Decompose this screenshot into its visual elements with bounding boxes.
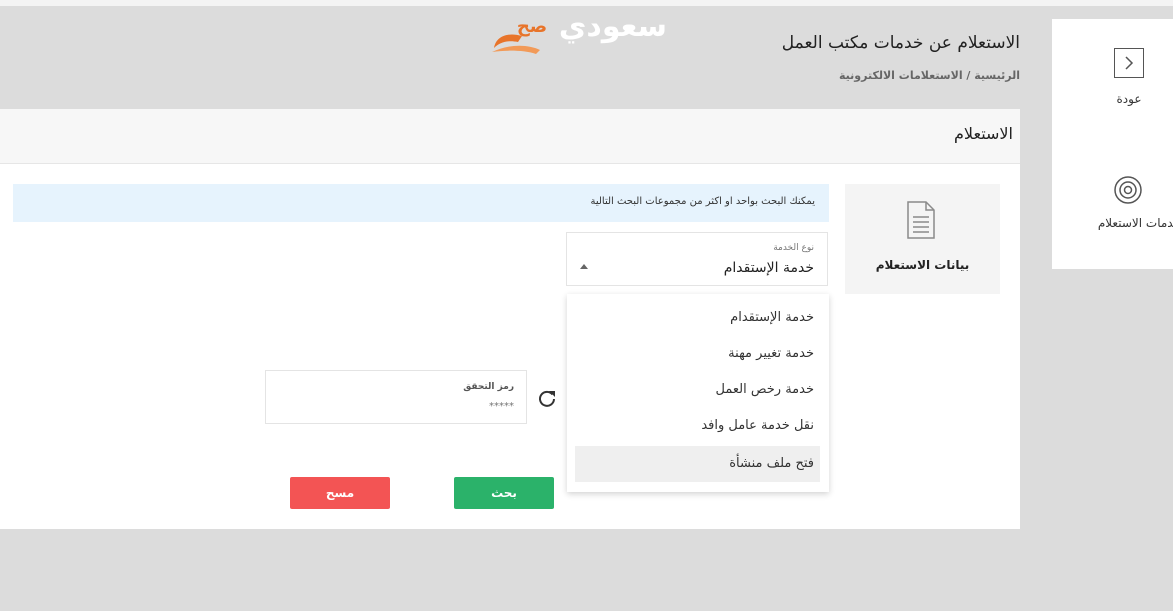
captcha-label: رمز التحقق	[463, 382, 514, 392]
dropdown-option[interactable]: نقل خدمة عامل وافد	[575, 408, 820, 444]
logo-swoosh-2	[492, 45, 540, 54]
service-type-select[interactable]: نوع الخدمة خدمة الإستقدام	[566, 232, 828, 286]
captcha-input[interactable]	[312, 396, 516, 416]
captcha-field: رمز التحقق	[265, 370, 527, 424]
service-type-value: خدمة الإستقدام	[723, 260, 814, 276]
inquiry-data-tile[interactable]: بيانات الاستعلام	[845, 184, 1000, 294]
dropdown-option[interactable]: خدمة رخص العمل	[575, 372, 820, 408]
caret-up-icon	[580, 264, 588, 269]
back-button[interactable]	[1114, 48, 1144, 78]
info-alert: يمكنك البحث بواحد او اكثر من مجموعات الب…	[13, 184, 829, 222]
site-logo: صح سعودي	[492, 9, 667, 54]
logo-badge: صح	[517, 16, 547, 37]
inquiry-card: الاستعلام يمكنك البحث بواحد او اكثر من م…	[0, 109, 1020, 529]
clear-button[interactable]: مسح	[290, 477, 390, 509]
service-type-dropdown: خدمة الإستقدام خدمة تغيير مهنة خدمة رخص …	[567, 294, 829, 492]
dropdown-option-highlighted[interactable]: فتح ملف منشأة	[575, 446, 820, 482]
podcast-icon[interactable]	[1113, 175, 1143, 205]
card-title: الاستعلام	[954, 124, 1013, 143]
page-title: الاستعلام عن خدمات مكتب العمل	[781, 33, 1020, 53]
search-button[interactable]: بحث	[454, 477, 554, 509]
services-label[interactable]: خدمات الاستعلام	[1098, 216, 1173, 230]
dropdown-option[interactable]: خدمة تغيير مهنة	[575, 336, 820, 372]
document-icon	[907, 201, 935, 239]
back-label[interactable]: عودة	[1092, 92, 1166, 106]
dropdown-option[interactable]: خدمة الإستقدام	[575, 300, 820, 336]
side-panel: عودة خدمات الاستعلام	[1052, 19, 1173, 269]
inquiry-data-label: بيانات الاستعلام	[875, 258, 970, 272]
service-type-label: نوع الخدمة	[773, 243, 814, 253]
card-header: الاستعلام	[0, 109, 1020, 164]
breadcrumb[interactable]: الرئيسية / الاستعلامات الالكترونية	[839, 69, 1020, 82]
logo-text: سعودي	[559, 9, 667, 44]
chevron-right-icon	[1125, 56, 1134, 70]
refresh-icon[interactable]	[537, 388, 557, 408]
info-text: يمكنك البحث بواحد او اكثر من مجموعات الب…	[590, 196, 815, 207]
